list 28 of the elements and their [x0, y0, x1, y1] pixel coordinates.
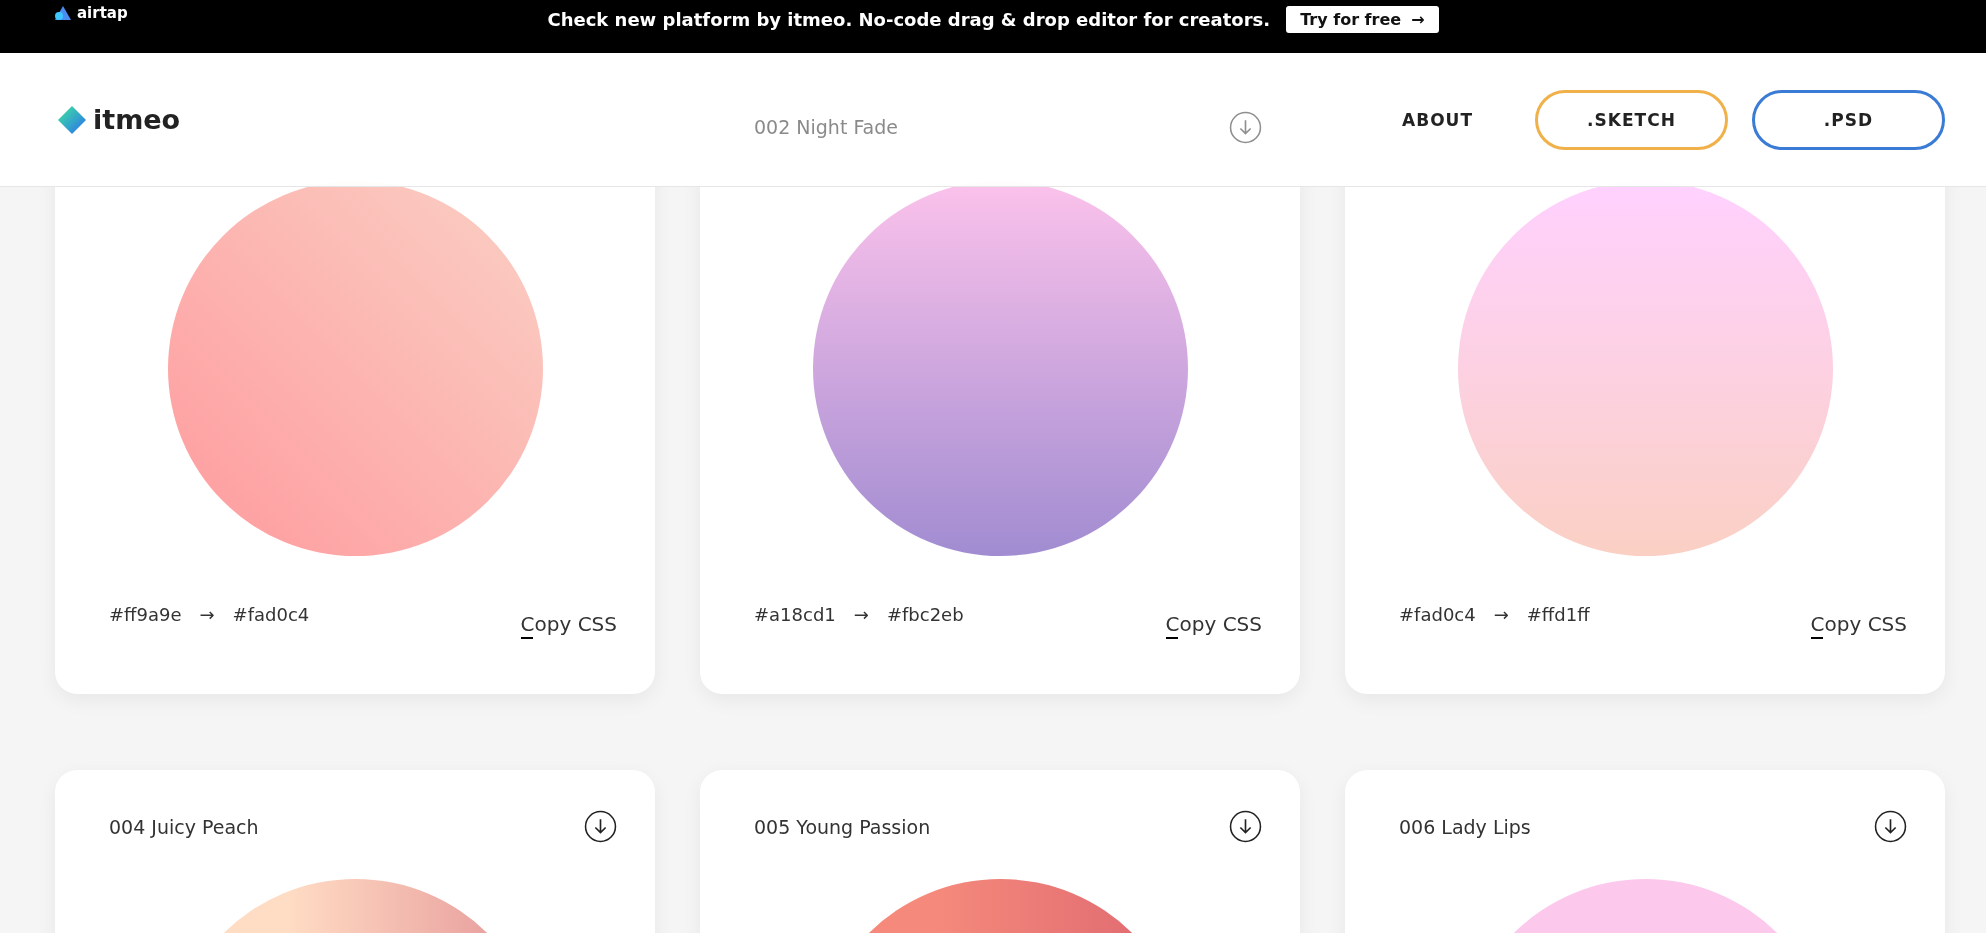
banner-message: Check new platform by itmeo. No-code drag & drop editor for creators. — [547, 9, 1271, 30]
brand-name: airtap — [77, 4, 128, 22]
download-button[interactable]: .PSD — [1752, 89, 1945, 150]
download-icon[interactable] — [584, 810, 617, 843]
hex-code: #fbc2eb — [886, 604, 964, 627]
download-button[interactable]: .SKETCH — [1535, 89, 1728, 150]
hex-code: #fad0c4 — [232, 604, 310, 627]
copy-css-link[interactable]: Copy CSS — [1810, 612, 1907, 636]
arrow-text: → — [853, 604, 869, 627]
hex-code: #ff9a9e — [109, 604, 182, 627]
download-icon[interactable] — [1874, 810, 1907, 843]
gradient-title: 002 Night Fade — [754, 116, 898, 138]
copy-css-link[interactable]: Copy CSS — [520, 612, 617, 636]
hex-code: #ffd1ff — [1526, 604, 1590, 627]
copy-css-link[interactable]: Copy CSS — [1165, 612, 1262, 636]
logo-icon — [57, 104, 87, 135]
brand-logo-icon — [55, 6, 71, 20]
arrow-text: → — [199, 604, 215, 627]
logo-text: itmeo — [93, 104, 181, 135]
about-link[interactable]: ABOUT — [1402, 109, 1473, 130]
gradient-title: 005 Young Passion — [754, 815, 931, 838]
hex-code: #a18cd1 — [754, 604, 836, 627]
gradient-title: 006 Lady Lips — [1399, 815, 1531, 838]
hex-code: #fad0c4 — [1399, 604, 1476, 627]
download-icon[interactable] — [1229, 810, 1262, 843]
arrow-text: → — [1493, 604, 1509, 627]
gradient-title: 004 Juicy Peach — [109, 815, 259, 838]
try-free-button[interactable]: Try for free → — [1286, 6, 1439, 33]
